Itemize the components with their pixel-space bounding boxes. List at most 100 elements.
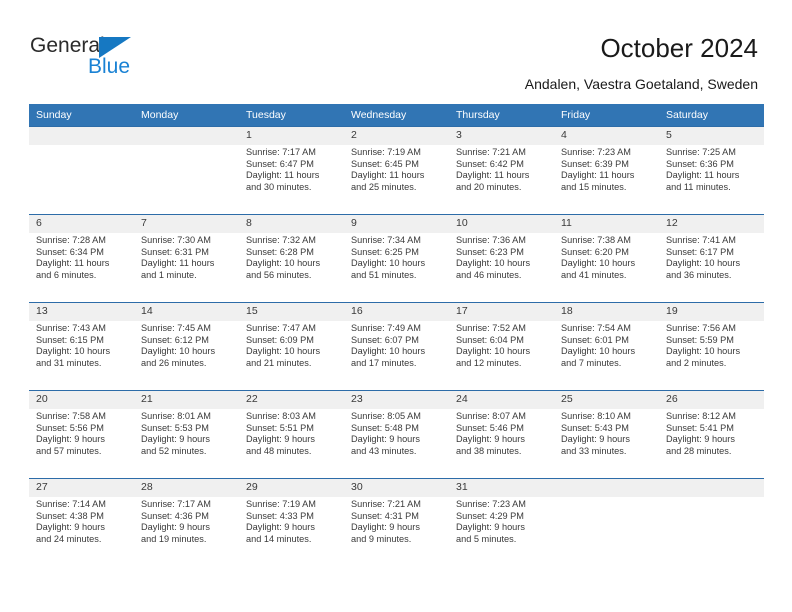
calendar-day-cell[interactable]: 8 Sunrise: 7:32 AM Sunset: 6:28 PM Daylight… <box>239 214 344 303</box>
daylight-text-line2: and 7 minutes. <box>561 357 622 368</box>
daylight-text-line1: Daylight: 10 hours <box>351 346 426 357</box>
calendar-day-cell-empty <box>554 478 659 567</box>
sunrise-text: Sunrise: 7:47 AM <box>246 323 316 333</box>
daylight-text-line1: Daylight: 9 hours <box>456 434 525 445</box>
calendar-day-cell[interactable]: 1 Sunrise: 7:17 AM Sunset: 6:47 PM Daylight… <box>239 126 344 215</box>
calendar-day-cell[interactable]: 10 Sunrise: 7:36 AM Sunset: 6:23 PM Dayligh… <box>449 214 554 303</box>
sunrise-text: Sunrise: 7:17 AM <box>141 499 211 509</box>
day-sun-info: Sunrise: 8:05 AM Sunset: 5:48 PM Daylight:… <box>344 409 449 457</box>
calendar-day-cell[interactable]: 7 Sunrise: 7:30 AM Sunset: 6:31 PM Daylight… <box>134 214 239 303</box>
sunrise-text: Sunrise: 8:03 AM <box>246 411 316 421</box>
day-number <box>554 479 659 497</box>
calendar-day-cell[interactable]: 15 Sunrise: 7:47 AM Sunset: 6:09 PM Dayligh… <box>239 302 344 391</box>
sunrise-text: Sunrise: 7:23 AM <box>561 147 631 157</box>
day-number: 18 <box>554 303 659 321</box>
daylight-text-line2: and 12 minutes. <box>456 357 522 368</box>
calendar-day-cell[interactable]: 26 Sunrise: 8:12 AM Sunset: 5:41 PM Dayligh… <box>659 390 764 479</box>
calendar-day-cell[interactable]: 5 Sunrise: 7:25 AM Sunset: 6:36 PM Daylight… <box>659 126 764 215</box>
page-header: General Blue October 2024 Andalen, Vaest… <box>0 0 792 100</box>
calendar-day-cell[interactable]: 22 Sunrise: 8:03 AM Sunset: 5:51 PM Dayligh… <box>239 390 344 479</box>
calendar-day-cell-empty <box>659 478 764 567</box>
daylight-text-line1: Daylight: 10 hours <box>456 258 531 269</box>
sunrise-text: Sunrise: 7:41 AM <box>666 235 736 245</box>
sunrise-text: Sunrise: 7:56 AM <box>666 323 736 333</box>
day-sun-info: Sunrise: 7:52 AM Sunset: 6:04 PM Daylight:… <box>449 321 554 369</box>
daylight-text-line1: Daylight: 11 hours <box>36 258 110 269</box>
weekday-header-saturday: Saturday <box>659 104 764 127</box>
daylight-text-line1: Daylight: 9 hours <box>141 434 210 445</box>
day-sun-info: Sunrise: 7:32 AM Sunset: 6:28 PM Daylight:… <box>239 233 344 281</box>
calendar-day-cell[interactable]: 3 Sunrise: 7:21 AM Sunset: 6:42 PM Daylight… <box>449 126 554 215</box>
sunrise-text: Sunrise: 8:01 AM <box>141 411 211 421</box>
calendar-day-cell[interactable]: 16 Sunrise: 7:49 AM Sunset: 6:07 PM Dayligh… <box>344 302 449 391</box>
calendar-week-row: 13 Sunrise: 7:43 AM Sunset: 6:15 PM Dayligh… <box>29 302 764 391</box>
daylight-text-line1: Daylight: 10 hours <box>246 258 321 269</box>
daylight-text-line2: and 11 minutes. <box>666 181 731 192</box>
sunrise-text: Sunrise: 7:45 AM <box>141 323 211 333</box>
calendar-day-cell[interactable]: 20 Sunrise: 7:58 AM Sunset: 5:56 PM Dayligh… <box>29 390 134 479</box>
calendar-day-cell[interactable]: 31 Sunrise: 7:23 AM Sunset: 4:29 PM Dayligh… <box>449 478 554 567</box>
day-sun-info: Sunrise: 7:49 AM Sunset: 6:07 PM Daylight:… <box>344 321 449 369</box>
daylight-text-line2: and 25 minutes. <box>351 181 417 192</box>
daylight-text-line1: Daylight: 11 hours <box>561 170 635 181</box>
brand-logo[interactable]: General Blue <box>30 34 240 84</box>
sunrise-text: Sunrise: 8:07 AM <box>456 411 526 421</box>
sunrise-text: Sunrise: 7:54 AM <box>561 323 631 333</box>
calendar-day-cell[interactable]: 18 Sunrise: 7:54 AM Sunset: 6:01 PM Dayligh… <box>554 302 659 391</box>
calendar-day-cell[interactable]: 25 Sunrise: 8:10 AM Sunset: 5:43 PM Dayligh… <box>554 390 659 479</box>
calendar-day-cell[interactable]: 11 Sunrise: 7:38 AM Sunset: 6:20 PM Dayligh… <box>554 214 659 303</box>
sunset-text: Sunset: 4:29 PM <box>456 510 524 521</box>
calendar-day-cell[interactable]: 9 Sunrise: 7:34 AM Sunset: 6:25 PM Daylight… <box>344 214 449 303</box>
calendar-day-cell[interactable]: 30 Sunrise: 7:21 AM Sunset: 4:31 PM Dayligh… <box>344 478 449 567</box>
day-number <box>29 127 134 145</box>
day-number: 13 <box>29 303 134 321</box>
calendar-day-cell[interactable]: 17 Sunrise: 7:52 AM Sunset: 6:04 PM Dayligh… <box>449 302 554 391</box>
sunset-text: Sunset: 6:42 PM <box>456 158 524 169</box>
day-number: 27 <box>29 479 134 497</box>
calendar-day-cell[interactable]: 28 Sunrise: 7:17 AM Sunset: 4:36 PM Dayligh… <box>134 478 239 567</box>
sunset-text: Sunset: 6:04 PM <box>456 334 524 345</box>
weekday-header-tuesday: Tuesday <box>239 104 344 127</box>
sunrise-text: Sunrise: 7:43 AM <box>36 323 106 333</box>
calendar-day-cell[interactable]: 23 Sunrise: 8:05 AM Sunset: 5:48 PM Dayligh… <box>344 390 449 479</box>
sunset-text: Sunset: 5:56 PM <box>36 422 104 433</box>
calendar-day-cell[interactable]: 29 Sunrise: 7:19 AM Sunset: 4:33 PM Dayligh… <box>239 478 344 567</box>
calendar-day-cell[interactable]: 14 Sunrise: 7:45 AM Sunset: 6:12 PM Dayligh… <box>134 302 239 391</box>
day-sun-info: Sunrise: 7:36 AM Sunset: 6:23 PM Daylight:… <box>449 233 554 281</box>
day-sun-info: Sunrise: 7:19 AM Sunset: 4:33 PM Daylight:… <box>239 497 344 545</box>
day-number: 30 <box>344 479 449 497</box>
sunset-text: Sunset: 6:34 PM <box>36 246 104 257</box>
day-sun-info: Sunrise: 7:25 AM Sunset: 6:36 PM Daylight:… <box>659 145 764 193</box>
sunset-text: Sunset: 5:48 PM <box>351 422 419 433</box>
sunset-text: Sunset: 4:36 PM <box>141 510 209 521</box>
daylight-text-line2: and 36 minutes. <box>666 269 732 280</box>
calendar-day-cell[interactable]: 19 Sunrise: 7:56 AM Sunset: 5:59 PM Dayligh… <box>659 302 764 391</box>
sunrise-text: Sunrise: 7:28 AM <box>36 235 106 245</box>
calendar-day-cell[interactable]: 12 Sunrise: 7:41 AM Sunset: 6:17 PM Dayligh… <box>659 214 764 303</box>
sunrise-text: Sunrise: 7:32 AM <box>246 235 316 245</box>
daylight-text-line2: and 41 minutes. <box>561 269 627 280</box>
sunrise-text: Sunrise: 7:14 AM <box>36 499 106 509</box>
daylight-text-line1: Daylight: 9 hours <box>36 434 105 445</box>
day-number: 28 <box>134 479 239 497</box>
calendar-day-cell[interactable]: 13 Sunrise: 7:43 AM Sunset: 6:15 PM Dayligh… <box>29 302 134 391</box>
calendar-day-cell[interactable]: 27 Sunrise: 7:14 AM Sunset: 4:38 PM Dayligh… <box>29 478 134 567</box>
calendar-day-cell[interactable]: 24 Sunrise: 8:07 AM Sunset: 5:46 PM Dayligh… <box>449 390 554 479</box>
sunrise-text: Sunrise: 7:34 AM <box>351 235 421 245</box>
sunset-text: Sunset: 6:36 PM <box>666 158 734 169</box>
day-sun-info: Sunrise: 7:19 AM Sunset: 6:45 PM Daylight:… <box>344 145 449 193</box>
daylight-text-line2: and 28 minutes. <box>666 445 732 456</box>
day-sun-info: Sunrise: 7:23 AM Sunset: 4:29 PM Daylight:… <box>449 497 554 545</box>
daylight-text-line2: and 2 minutes. <box>666 357 727 368</box>
calendar-day-cell[interactable]: 21 Sunrise: 8:01 AM Sunset: 5:53 PM Dayligh… <box>134 390 239 479</box>
day-number: 17 <box>449 303 554 321</box>
daylight-text-line1: Daylight: 9 hours <box>246 522 315 533</box>
sunset-text: Sunset: 6:31 PM <box>141 246 209 257</box>
calendar-day-cell[interactable]: 2 Sunrise: 7:19 AM Sunset: 6:45 PM Daylight… <box>344 126 449 215</box>
calendar-day-cell[interactable]: 4 Sunrise: 7:23 AM Sunset: 6:39 PM Daylight… <box>554 126 659 215</box>
weekday-header-wednesday: Wednesday <box>344 104 449 127</box>
calendar-day-cell[interactable]: 6 Sunrise: 7:28 AM Sunset: 6:34 PM Daylight… <box>29 214 134 303</box>
sunset-text: Sunset: 4:31 PM <box>351 510 419 521</box>
day-number: 7 <box>134 215 239 233</box>
day-sun-info: Sunrise: 8:12 AM Sunset: 5:41 PM Daylight:… <box>659 409 764 457</box>
